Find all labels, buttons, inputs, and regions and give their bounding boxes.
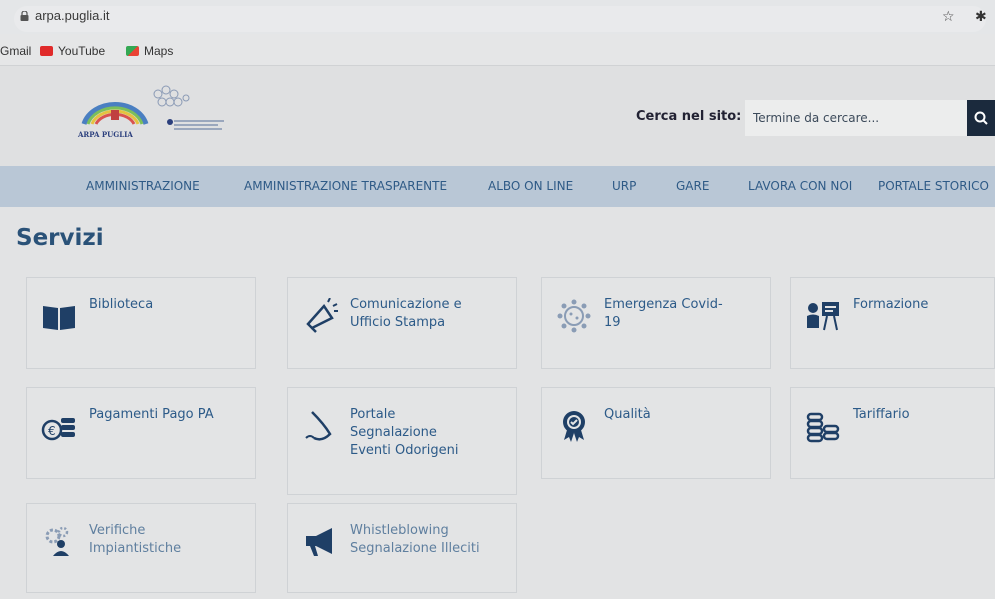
nav-amministrazione[interactable]: AMMINISTRAZIONE <box>86 179 200 193</box>
address-box[interactable] <box>14 6 986 32</box>
bookmark-star-icon[interactable]: ☆ <box>942 9 955 25</box>
maps-icon <box>126 46 139 56</box>
megaphone-icon <box>306 298 338 333</box>
nav-lavora-con-noi[interactable]: LAVORA CON NOI <box>748 179 852 193</box>
service-label: Portale Segnalazione Eventi Odorigeni <box>350 407 459 458</box>
nav-gare[interactable]: GARE <box>676 179 709 193</box>
search-icon <box>974 111 988 125</box>
stacked-coins-icon <box>806 412 840 443</box>
service-card-qualita[interactable]: Qualità <box>541 387 771 479</box>
site-header: ARPA PUGLIA Cerca nel sito: <box>0 66 995 166</box>
nav-urp[interactable]: URP <box>612 179 636 193</box>
service-label: Comunicazione e Ufficio Stampa <box>350 297 462 330</box>
service-label: Biblioteca <box>89 297 154 312</box>
nav-amministrazione-trasparente[interactable]: AMMINISTRAZIONE TRASPARENTE <box>244 179 447 193</box>
browser-url-bar: arpa.puglia.it ☆ ✱ <box>0 0 995 34</box>
service-card-covid[interactable]: Emergenza Covid- 19 <box>541 277 771 369</box>
service-label: Formazione <box>853 297 929 312</box>
service-card-odorigeni[interactable]: Portale Segnalazione Eventi Odorigeni <box>287 387 517 495</box>
main-nav: AMMINISTRAZIONE AMMINISTRAZIONE TRASPARE… <box>0 166 995 207</box>
service-label: Qualità <box>604 407 651 422</box>
service-label: Whistleblowing Segnalazione Illeciti <box>350 523 480 556</box>
page-title: Servizi <box>16 225 104 251</box>
bookmark-maps-label: Maps <box>144 44 174 58</box>
teacher-icon <box>807 302 839 331</box>
search-button[interactable] <box>967 100 995 136</box>
service-card-comunicazione[interactable]: Comunicazione e Ufficio Stampa <box>287 277 517 369</box>
bookmark-maps[interactable]: Maps <box>126 44 173 58</box>
service-card-whistleblowing[interactable]: Whistleblowing Segnalazione Illeciti <box>287 503 517 593</box>
nav-albo-on-line[interactable]: ALBO ON LINE <box>488 179 573 193</box>
nose-icon <box>305 411 332 441</box>
quality-badge-icon <box>563 411 585 442</box>
bookmarks-bar: Gmail YouTube Maps <box>0 34 995 66</box>
lock-icon <box>20 11 29 21</box>
svg-text:€: € <box>48 424 56 438</box>
arpa-logo-graphic <box>81 85 224 130</box>
service-card-biblioteca[interactable]: Biblioteca <box>26 277 256 369</box>
gears-worker-icon <box>45 526 69 556</box>
bookmark-youtube[interactable]: YouTube <box>40 44 105 58</box>
book-icon <box>43 306 75 330</box>
services-section: Servizi Biblioteca Comunicazione e Uffic… <box>0 207 995 599</box>
service-label: Emergenza Covid- 19 <box>604 297 723 330</box>
service-card-tariffario[interactable]: Tariffario <box>790 387 995 479</box>
youtube-icon <box>40 46 53 56</box>
search-input[interactable] <box>745 100 967 136</box>
arpa-logo[interactable]: ARPA PUGLIA <box>78 80 238 152</box>
extensions-icon[interactable]: ✱ <box>975 9 987 25</box>
logo-text: ARPA PUGLIA <box>78 130 133 139</box>
service-card-verifiche[interactable]: Verifiche Impiantistiche <box>26 503 256 593</box>
bookmark-youtube-label: YouTube <box>58 44 106 58</box>
bookmark-gmail[interactable]: Gmail <box>0 44 31 58</box>
service-label: Verifiche Impiantistiche <box>89 523 182 556</box>
bookmark-gmail-label: Gmail <box>0 44 32 58</box>
service-label: Pagamenti Pago PA <box>89 407 214 422</box>
loudspeaker-icon <box>306 528 332 556</box>
url-text[interactable]: arpa.puglia.it <box>35 8 109 23</box>
service-card-pagamenti[interactable]: € Pagamenti Pago PA <box>26 387 256 479</box>
service-label: Tariffario <box>853 407 910 422</box>
nav-portale-storico[interactable]: PORTALE STORICO <box>878 179 989 193</box>
search-label: Cerca nel sito: <box>636 109 742 124</box>
service-card-formazione[interactable]: Formazione <box>790 277 995 369</box>
coins-icon: € <box>41 418 75 441</box>
virus-icon <box>557 299 591 333</box>
